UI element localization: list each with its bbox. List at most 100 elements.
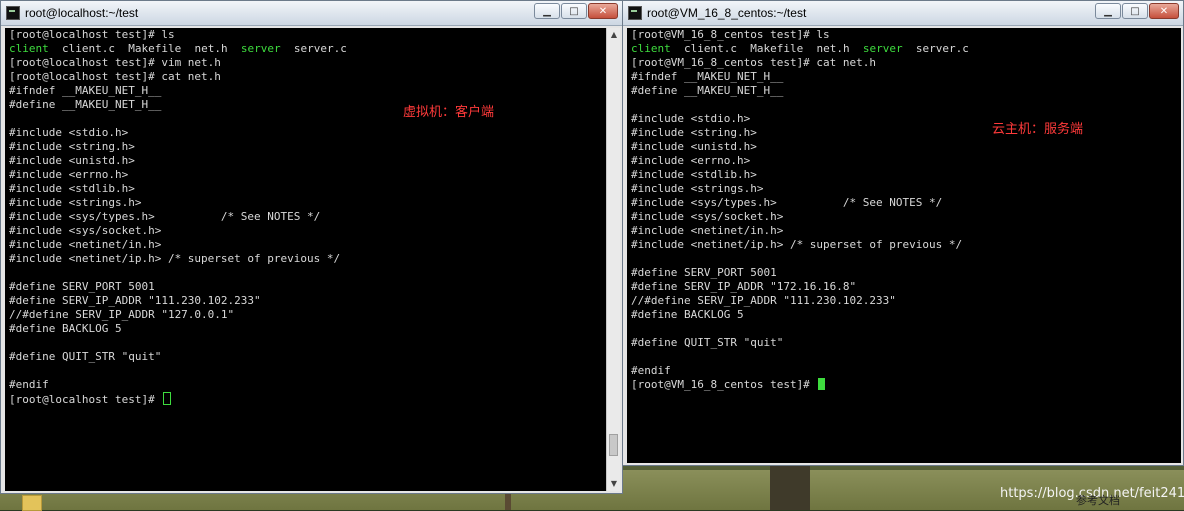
terminal-line-text: #include <errno.h> <box>9 168 129 181</box>
ls-entry: net.h <box>194 42 228 55</box>
terminal-line: #endif <box>631 364 1177 378</box>
terminal-line: #include <stdio.h> <box>631 112 1177 126</box>
terminal-line: [root@localhost test]# ls <box>9 28 602 42</box>
terminal-line-text: #include <sys/types.h> /* See NOTES */ <box>631 196 943 209</box>
ls-entry: client <box>9 42 49 55</box>
terminal-line-text: #include <strings.h> <box>631 182 764 195</box>
ls-entry: server.c <box>293 42 347 55</box>
terminal-line: #define SERV_IP_ADDR "172.16.16.8" <box>631 280 1177 294</box>
terminal-line-text: #include <errno.h> <box>631 154 751 167</box>
terminal-cursor <box>818 378 826 390</box>
scroll-down-arrow-icon[interactable]: ▼ <box>607 477 621 491</box>
close-button[interactable]: ✕ <box>1149 3 1179 19</box>
ls-entry: server <box>862 42 903 55</box>
terminal-line-text: #define __MAKEU_NET_H__ <box>631 84 784 97</box>
left-terminal-area[interactable]: [root@localhost test]# ls client client.c… <box>5 28 606 491</box>
terminal-line: #include <string.h> <box>631 126 1177 140</box>
terminal-line-text: #endif <box>631 364 671 377</box>
terminal-line: #include <netinet/in.h> <box>9 238 602 252</box>
terminal-line-text: #include <unistd.h> <box>631 140 757 153</box>
terminal-line-text: #include <string.h> <box>631 126 757 139</box>
terminal-line-text: #include <stdio.h> <box>9 126 129 139</box>
terminal-line-text: #include <strings.h> <box>9 196 142 209</box>
ls-entry: Makefile <box>750 42 804 55</box>
terminal-line-text: [root@localhost test]# ls <box>9 28 175 41</box>
ls-entry: net.h <box>816 42 850 55</box>
minimize-button[interactable]: ▁ <box>1095 3 1121 19</box>
left-window-controls: ▁ □ ✕ <box>534 3 618 19</box>
terminal-line: #include <stdio.h> <box>9 126 602 140</box>
right-terminal-window[interactable]: root@VM_16_8_centos:~/test ▁ □ ✕ [root@V… <box>622 0 1184 466</box>
terminal-line: #include <netinet/in.h> <box>631 224 1177 238</box>
terminal-line-text: #endif <box>9 378 49 391</box>
terminal-line: #include <sys/types.h> /* See NOTES */ <box>631 196 1177 210</box>
terminal-line-text: #include <sys/types.h> /* See NOTES */ <box>9 210 321 223</box>
terminal-line-text: [root@VM_16_8_centos test]# <box>631 378 817 391</box>
terminal-line: #define SERV_PORT 5001 <box>631 266 1177 280</box>
close-button[interactable]: ✕ <box>588 3 618 19</box>
terminal-line: #include <errno.h> <box>631 154 1177 168</box>
scroll-up-arrow-icon[interactable]: ▲ <box>607 28 621 42</box>
minimize-button[interactable]: ▁ <box>534 3 560 19</box>
terminal-line-text: #include <stdio.h> <box>631 112 751 125</box>
terminal-line-text: #include <unistd.h> <box>9 154 135 167</box>
terminal-line: #define QUIT_STR "quit" <box>631 336 1177 350</box>
terminal-line-text: [root@localhost test]# <box>9 393 162 406</box>
terminal-line-text: #include <netinet/ip.h> /* superset of p… <box>9 252 341 265</box>
terminal-line: #include <strings.h> <box>631 182 1177 196</box>
terminal-line: #include <sys/socket.h> <box>9 224 602 238</box>
ls-entry: client.c <box>62 42 115 55</box>
right-window-title: root@VM_16_8_centos:~/test <box>647 6 807 20</box>
terminal-line-text: #define SERV_PORT 5001 <box>9 280 155 293</box>
right-terminal-area[interactable]: [root@VM_16_8_centos test]# ls client cli… <box>627 28 1181 463</box>
terminal-line-text: #define BACKLOG 5 <box>631 308 744 321</box>
right-titlebar[interactable]: root@VM_16_8_centos:~/test ▁ □ ✕ <box>623 1 1183 26</box>
terminal-line: #include <stdlib.h> <box>631 168 1177 182</box>
terminal-line-text: #include <netinet/in.h> <box>9 238 162 251</box>
terminal-line-text: #include <stdlib.h> <box>631 168 757 181</box>
terminal-line: [root@localhost test]# vim net.h <box>9 56 602 70</box>
terminal-line: #include <netinet/ip.h> /* superset of p… <box>9 252 602 266</box>
terminal-line-text: #define QUIT_STR "quit" <box>9 350 162 363</box>
terminal-line: #include <errno.h> <box>9 168 602 182</box>
right-terminal-output: [root@VM_16_8_centos test]# ls client cli… <box>627 28 1181 392</box>
ls-entry: client.c <box>684 42 737 55</box>
left-scrollbar[interactable]: ▲ ▼ <box>606 28 620 491</box>
terminal-line-text: #include <sys/socket.h> <box>631 210 784 223</box>
terminal-line: #endif <box>9 378 602 392</box>
left-titlebar[interactable]: root@localhost:~/test ▁ □ ✕ <box>1 1 622 26</box>
ls-entry: server.c <box>915 42 969 55</box>
maximize-button[interactable]: □ <box>561 3 587 19</box>
terminal-line-text: #define SERV_IP_ADDR "111.230.102.233" <box>9 294 261 307</box>
terminal-icon <box>6 6 20 20</box>
terminal-line-text: #define BACKLOG 5 <box>9 322 122 335</box>
terminal-line: client client.c Makefile net.h server se… <box>9 42 602 56</box>
terminal-line: #define __MAKEU_NET_H__ <box>631 84 1177 98</box>
left-terminal-window[interactable]: root@localhost:~/test ▁ □ ✕ [root@localh… <box>0 0 623 494</box>
terminal-line: [root@VM_16_8_centos test]# ls <box>631 28 1177 42</box>
terminal-line-text: #include <netinet/in.h> <box>631 224 784 237</box>
ls-entry: Makefile <box>128 42 182 55</box>
maximize-button[interactable]: □ <box>1122 3 1148 19</box>
client-annotation: 虚拟机：客户端 <box>403 105 495 120</box>
server-annotation: 云主机：服务端 <box>992 122 1084 137</box>
desktop-folder-icon[interactable] <box>22 495 42 511</box>
terminal-line-text: #define QUIT_STR "quit" <box>631 336 784 349</box>
terminal-line-text: #include <string.h> <box>9 140 135 153</box>
terminal-line: #include <sys/types.h> /* See NOTES */ <box>9 210 602 224</box>
scroll-thumb[interactable] <box>609 434 618 456</box>
terminal-line: #define SERV_PORT 5001 <box>9 280 602 294</box>
terminal-line: #define QUIT_STR "quit" <box>9 350 602 364</box>
terminal-line: [root@localhost test]# <box>9 392 602 406</box>
terminal-line-text: #ifndef __MAKEU_NET_H__ <box>9 84 162 97</box>
terminal-line: client client.c Makefile net.h server se… <box>631 42 1177 56</box>
terminal-line: #define BACKLOG 5 <box>9 322 602 336</box>
left-window-title: root@localhost:~/test <box>25 6 139 20</box>
